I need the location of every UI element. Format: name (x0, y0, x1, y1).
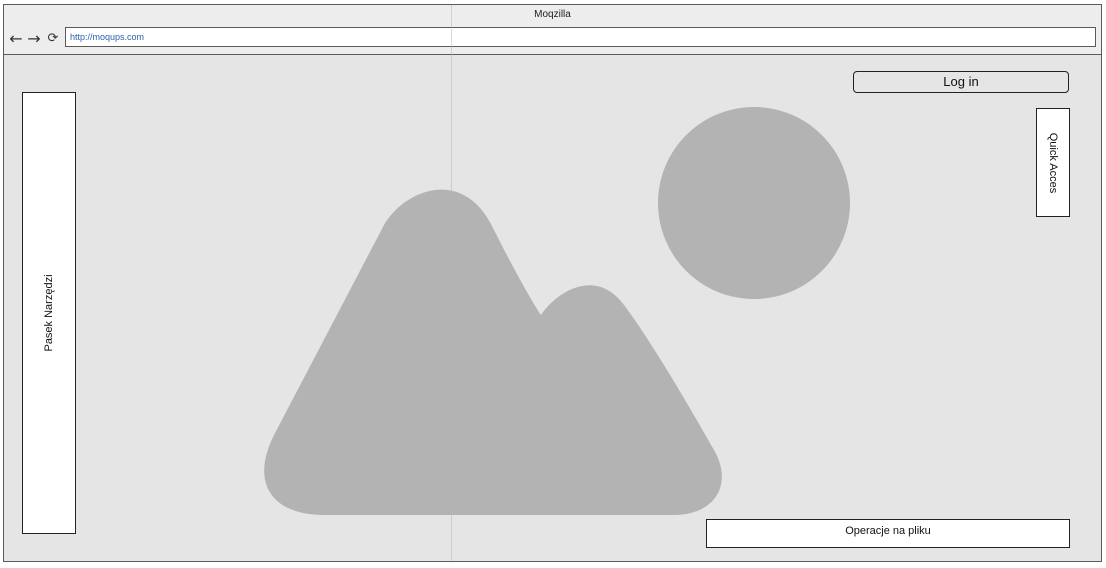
arrow-left-icon[interactable]: ← (8, 30, 24, 48)
login-button[interactable]: Log in (853, 71, 1069, 93)
guide-line (451, 5, 452, 563)
quick-access-label: Quick Acces (1047, 132, 1059, 193)
url-input[interactable]: http://moqups.com (65, 27, 1096, 47)
toolbar-panel-label: Pasek Narzędzi (43, 274, 55, 352)
quick-access-panel[interactable]: Quick Acces (1036, 108, 1070, 217)
mountain-shape (264, 189, 722, 515)
reload-icon[interactable]: ⟳ (45, 30, 61, 48)
browser-toolbar: ← → ⟳ http://moqups.com (4, 25, 1101, 55)
page-content: Pasek Narzędzi Log in Quick Acces Operac… (4, 5, 1101, 563)
sun-circle (658, 107, 850, 299)
window-title: Moqzilla (4, 5, 1101, 27)
arrow-right-icon[interactable]: → (26, 30, 42, 48)
file-operations-button[interactable]: Operacje na pliku (706, 519, 1070, 548)
toolbar-panel[interactable]: Pasek Narzędzi (22, 92, 76, 534)
browser-window: Moqzilla ← → ⟳ http://moqups.com Pasek N… (3, 4, 1102, 563)
image-placeholder-icon (264, 107, 850, 515)
